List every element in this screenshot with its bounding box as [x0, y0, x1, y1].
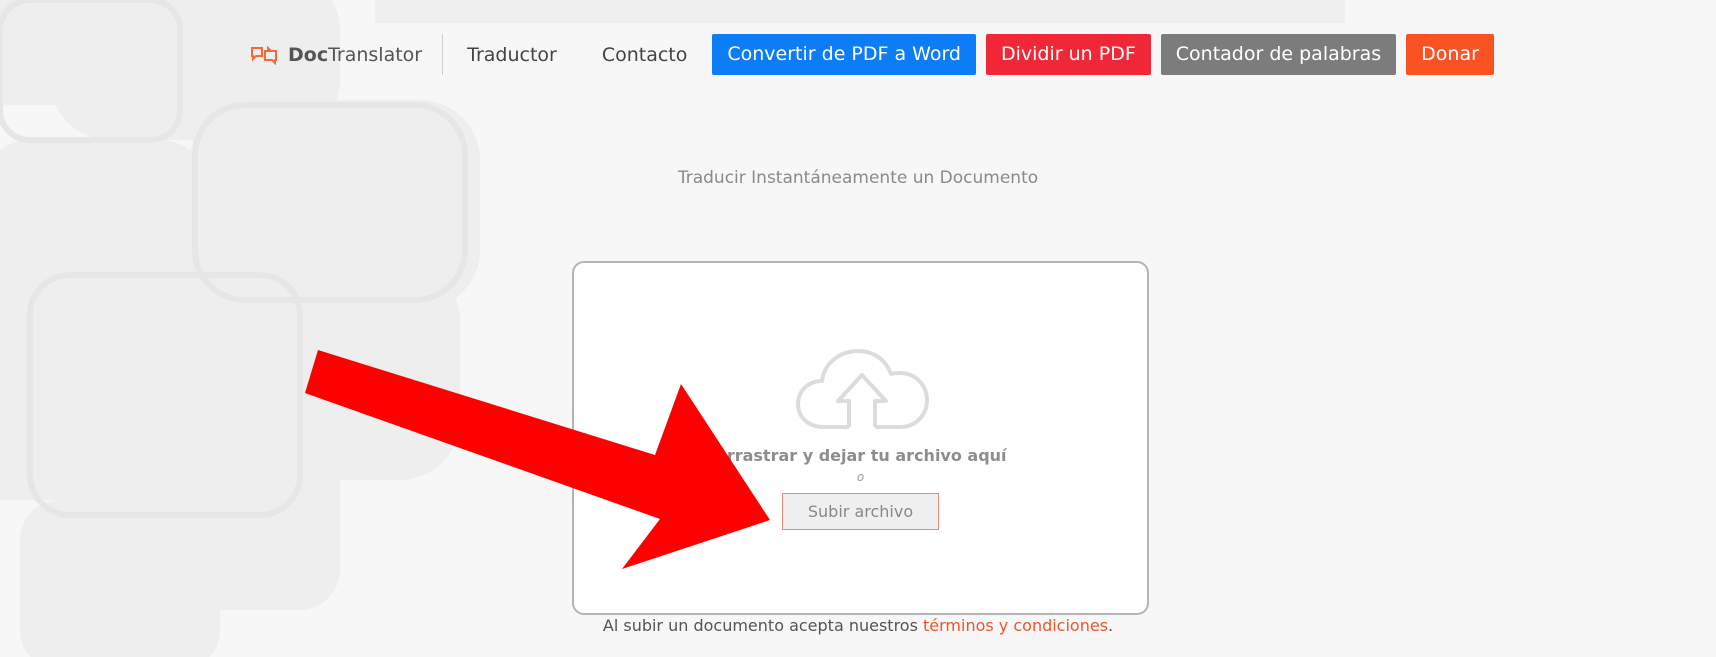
drag-drop-text: Arrastrar y dejar tu archivo aquí — [714, 446, 1007, 465]
or-separator: o — [856, 470, 865, 484]
doctranslator-logo-icon — [251, 45, 277, 65]
upload-file-button[interactable]: Subir archivo — [782, 493, 939, 530]
logo-text: DocTranslator — [288, 43, 423, 66]
terms-prefix: Al subir un documento acepta nuestros — [602, 616, 923, 635]
page-subtitle: Traducir Instantáneamente un Documento — [677, 168, 1039, 188]
cloud-upload-icon — [796, 349, 929, 429]
background-speech-bubbles — [0, 0, 480, 657]
terms-suffix: . — [1108, 616, 1114, 635]
split-pdf-button[interactable]: Dividir un PDF — [986, 34, 1151, 75]
word-counter-button[interactable]: Contador de palabras — [1160, 34, 1397, 75]
terms-link[interactable]: términos y condiciones — [923, 616, 1108, 635]
terms-notice: Al subir un documento acepta nuestros té… — [0, 616, 1716, 635]
donate-button[interactable]: Donar — [1406, 34, 1494, 75]
logo[interactable]: DocTranslator — [250, 34, 444, 75]
header-nav: DocTranslator Traductor Contacto Convert… — [250, 34, 1494, 75]
convert-pdf-word-button[interactable]: Convertir de PDF a Word — [712, 34, 976, 75]
upload-dropzone[interactable]: Arrastrar y dejar tu archivo aquí o Subi… — [572, 261, 1149, 615]
top-strip — [375, 0, 1345, 23]
nav-link-traductor[interactable]: Traductor — [467, 44, 557, 66]
nav-link-contacto[interactable]: Contacto — [602, 44, 688, 66]
